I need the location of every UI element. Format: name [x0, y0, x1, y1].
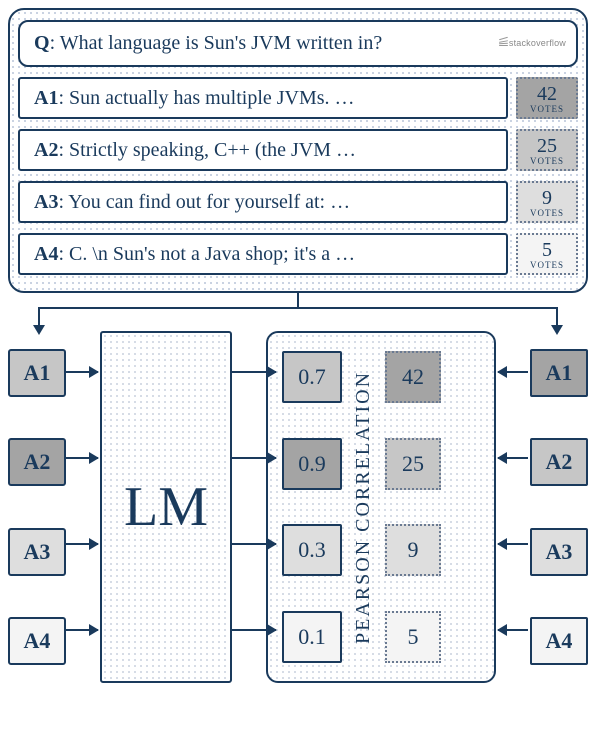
answer-id-3: A3 — [34, 191, 58, 213]
answer-text-2: Strictly speaking, C++ (the JVM … — [69, 139, 356, 161]
stackoverflow-logo: stackoverflow — [499, 37, 566, 49]
vote-box-3: 9 VOTES — [516, 181, 578, 223]
vote-label-2: VOTES — [530, 156, 564, 166]
source-label: stackoverflow — [509, 38, 566, 48]
vote-label-4: VOTES — [530, 260, 564, 270]
answer-row-1: A1: Sun actually has multiple JVMs. … 42… — [18, 77, 578, 119]
pearson-vote-2: 25 — [385, 438, 441, 490]
arrow-left-icon — [498, 457, 528, 459]
pearson-vote-3: 9 — [385, 524, 441, 576]
pearson-vote-column: 42 25 9 5 — [385, 347, 441, 667]
answer-text-4: C. \n Sun's not a Java shop; it's a … — [69, 243, 355, 265]
question-text: Q: What language is Sun's JVM written in… — [34, 30, 499, 57]
right-id-column: A1 A2 A3 A4 — [530, 331, 588, 683]
answer-row-2: A2: Strictly speaking, C++ (the JVM … 25… — [18, 129, 578, 171]
qa-panel: Q: What language is Sun's JVM written in… — [8, 8, 588, 293]
answer-box-4: A4: C. \n Sun's not a Java shop; it's a … — [18, 233, 508, 275]
score-3: 0.3 — [282, 524, 342, 576]
arrow-left-icon — [498, 371, 528, 373]
arrow-right-icon — [232, 371, 276, 373]
question-prefix: Q — [34, 32, 50, 54]
answer-row-4: A4: C. \n Sun's not a Java shop; it's a … — [18, 233, 578, 275]
question-body: What language is Sun's JVM written in? — [60, 32, 382, 54]
right-id-1: A1 — [530, 349, 588, 397]
arrow-right-icon — [232, 629, 276, 631]
arrow-left-icon — [498, 629, 528, 631]
score-4: 0.1 — [282, 611, 342, 663]
question-row: Q: What language is Sun's JVM written in… — [18, 20, 578, 67]
vote-count-1: 42 — [537, 83, 557, 106]
vote-box-4: 5 VOTES — [516, 233, 578, 275]
vote-box-2: 25 VOTES — [516, 129, 578, 171]
answer-text-1: Sun actually has multiple JVMs. … — [69, 87, 355, 109]
connector — [8, 293, 588, 331]
vote-count-4: 5 — [542, 239, 552, 262]
answer-row-3: A3: You can find out for yourself at: … … — [18, 181, 578, 223]
answer-box-1: A1: Sun actually has multiple JVMs. … — [18, 77, 508, 119]
arrow-right-icon — [66, 371, 98, 373]
stackoverflow-icon — [499, 38, 508, 47]
pearson-label: PEARSON CORRELATION — [352, 347, 375, 667]
connector-stem — [297, 293, 299, 307]
right-id-3: A3 — [530, 528, 588, 576]
score-1: 0.7 — [282, 351, 342, 403]
right-id-2: A2 — [530, 438, 588, 486]
lm-box: LM — [100, 331, 232, 683]
connector-drop-right — [556, 307, 558, 325]
pearson-box: 0.7 0.9 0.3 0.1 PEARSON CORRELATION 42 2… — [266, 331, 496, 683]
answer-id-1: A1 — [34, 87, 58, 109]
right-id-4: A4 — [530, 617, 588, 665]
vote-box-1: 42 VOTES — [516, 77, 578, 119]
answer-id-2: A2 — [34, 139, 58, 161]
arrow-right-icon — [232, 457, 276, 459]
left-id-3: A3 — [8, 528, 66, 576]
arrow-right-icon — [232, 543, 276, 545]
vote-label-1: VOTES — [530, 104, 564, 114]
left-id-1: A1 — [8, 349, 66, 397]
bottom-section: A1 A2 A3 A4 LM 0.7 0.9 0.3 0.1 PEARSON C… — [8, 331, 588, 683]
answer-box-2: A2: Strictly speaking, C++ (the JVM … — [18, 129, 508, 171]
arrow-right-icon — [66, 629, 98, 631]
pearson-vote-1: 42 — [385, 351, 441, 403]
lm-label: LM — [124, 475, 208, 539]
score-column: 0.7 0.9 0.3 0.1 — [282, 347, 342, 667]
answer-box-3: A3: You can find out for yourself at: … — [18, 181, 508, 223]
arrow-left-icon — [498, 543, 528, 545]
arrow-right-icon — [66, 543, 98, 545]
vote-count-2: 25 — [537, 135, 557, 158]
answer-id-4: A4 — [34, 243, 58, 265]
answer-text-3: You can find out for yourself at: … — [68, 191, 350, 213]
vote-count-3: 9 — [542, 187, 552, 210]
question-box: Q: What language is Sun's JVM written in… — [18, 20, 578, 67]
left-id-column: A1 A2 A3 A4 — [8, 331, 66, 683]
left-id-4: A4 — [8, 617, 66, 665]
left-id-2: A2 — [8, 438, 66, 486]
connector-drop-left — [38, 307, 40, 325]
pearson-vote-4: 5 — [385, 611, 441, 663]
vote-label-3: VOTES — [530, 208, 564, 218]
connector-bar — [38, 307, 558, 309]
arrow-right-icon — [66, 457, 98, 459]
score-2: 0.9 — [282, 438, 342, 490]
